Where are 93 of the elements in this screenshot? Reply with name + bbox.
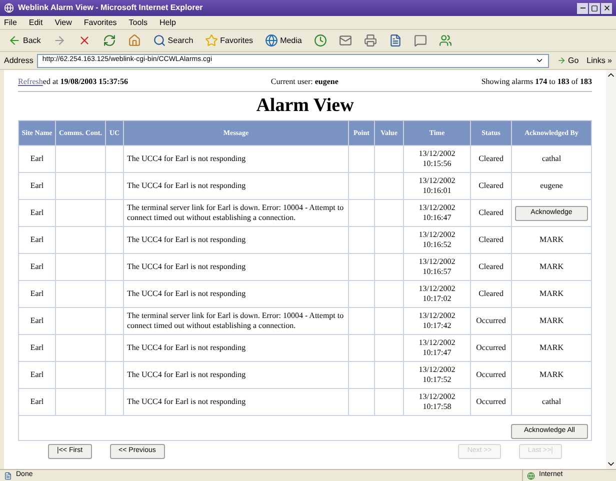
message-cell: The terminal server link for Earl is down. Error: 10004 - Attempt to connect timed out without establishing a connection. bbox=[124, 200, 348, 226]
time-cell: 13/12/2002 10:17:02 bbox=[404, 280, 470, 308]
internet-zone-icon bbox=[527, 472, 535, 480]
status-cell: Occurred bbox=[470, 362, 512, 388]
media-icon bbox=[265, 34, 278, 47]
menu-item[interactable]: Tools bbox=[128, 16, 148, 28]
site-cell: Earl bbox=[18, 226, 56, 254]
refresh-link[interactable]: Refresh bbox=[18, 76, 43, 88]
status-cell: Cleared bbox=[470, 226, 512, 254]
address-label: Address bbox=[4, 54, 34, 66]
status-cell: Occurred bbox=[470, 334, 512, 362]
menu-item[interactable]: File bbox=[4, 16, 17, 28]
media-button[interactable]: Media bbox=[261, 32, 306, 50]
stop-icon bbox=[78, 34, 91, 47]
close-button[interactable] bbox=[601, 2, 612, 14]
message-cell: The terminal server link for Earl is down. Error: 10004 - Attempt to connect timed out without establishing a connection. bbox=[124, 308, 348, 334]
refresh-icon bbox=[102, 34, 116, 47]
edit-icon bbox=[388, 34, 402, 47]
site-cell: Earl bbox=[18, 308, 56, 334]
status-cell: Occurred bbox=[470, 388, 512, 416]
menu-item[interactable]: View bbox=[54, 16, 72, 28]
message-cell: The UCC4 for Earl is not responding bbox=[124, 146, 348, 172]
acknowledged-by-cell: MARK bbox=[512, 308, 592, 334]
acknowledged-by-cell: MARK bbox=[512, 280, 592, 308]
close-icon bbox=[602, 4, 610, 12]
time-cell: 13/12/2002 10:16:52 bbox=[404, 226, 470, 254]
search-button[interactable]: Search bbox=[148, 32, 198, 50]
status-cell: Cleared bbox=[470, 254, 512, 280]
site-cell: Earl bbox=[18, 280, 56, 308]
message-cell: The UCC4 for Earl is not responding bbox=[124, 334, 348, 362]
site-cell: Earl bbox=[18, 146, 56, 172]
time-cell: 13/12/2002 10:17:52 bbox=[404, 362, 470, 388]
acknowledged-by-cell: MARK bbox=[512, 226, 592, 254]
time-cell: 13/12/2002 10:16:57 bbox=[404, 254, 470, 280]
history-icon bbox=[314, 34, 327, 47]
status-cell: Cleared bbox=[470, 172, 512, 200]
page-icon bbox=[4, 472, 12, 480]
message-cell: The UCC4 for Earl is not responding bbox=[124, 254, 348, 280]
favorites-icon bbox=[205, 34, 218, 47]
favorites-button[interactable]: Favorites bbox=[201, 32, 258, 50]
message-cell: The UCC4 for Earl is not responding bbox=[124, 172, 348, 200]
acknowledged-by-cell: MARK bbox=[512, 254, 592, 280]
maximize-button[interactable] bbox=[589, 2, 600, 14]
minimize-button[interactable] bbox=[577, 2, 588, 14]
go-button[interactable]: Go bbox=[552, 54, 583, 66]
discuss-icon bbox=[414, 34, 427, 47]
go-arrow-icon bbox=[556, 56, 566, 65]
alarm-range: Showing alarms 174 to 183 of 183 bbox=[481, 76, 592, 88]
time-cell: 13/12/2002 10:17:58 bbox=[404, 388, 470, 416]
acknowledged-by-cell: cathal bbox=[512, 146, 592, 172]
site-cell: Earl bbox=[18, 334, 56, 362]
print-icon bbox=[364, 34, 377, 47]
acknowledged-by-cell: eugene bbox=[512, 172, 592, 200]
current-user: Current user: eugene bbox=[270, 76, 338, 88]
links-label[interactable]: Links » bbox=[586, 54, 612, 66]
time-cell: 13/12/2002 10:17:42 bbox=[404, 308, 470, 334]
acknowledged-by-cell: cathal bbox=[512, 388, 592, 416]
menu-item[interactable]: Favorites bbox=[84, 16, 117, 28]
scrollbar[interactable] bbox=[606, 70, 616, 469]
menu-item[interactable]: Edit bbox=[28, 16, 43, 28]
site-cell: Earl bbox=[18, 254, 56, 280]
status-cell: Cleared bbox=[470, 200, 512, 226]
menu-item[interactable]: Help bbox=[159, 16, 176, 28]
site-cell: Earl bbox=[18, 200, 56, 226]
time-cell: 13/12/2002 10:16:01 bbox=[404, 172, 470, 200]
home-icon bbox=[128, 34, 141, 47]
back-button[interactable]: Back bbox=[4, 32, 45, 50]
back-icon bbox=[8, 34, 21, 47]
forward-icon bbox=[52, 34, 66, 47]
status-cell: Occurred bbox=[470, 308, 512, 334]
time-cell: 13/12/2002 10:17:47 bbox=[404, 334, 470, 362]
status-cell: Cleared bbox=[470, 146, 512, 172]
acknowledged-by-cell: MARK bbox=[512, 362, 592, 388]
site-cell: Earl bbox=[18, 362, 56, 388]
refresh-time: ed at 19/08/2003 15:37:56 bbox=[42, 76, 128, 88]
status-cell: Cleared bbox=[470, 280, 512, 308]
message-cell: The UCC4 for Earl is not responding bbox=[124, 226, 348, 254]
maximize-icon bbox=[591, 4, 598, 12]
messenger-icon bbox=[438, 34, 452, 47]
search-icon bbox=[152, 34, 166, 47]
time-cell: 13/12/2002 10:16:47 bbox=[404, 200, 470, 226]
message-cell: The UCC4 for Earl is not responding bbox=[124, 388, 348, 416]
mail-icon bbox=[338, 34, 352, 47]
site-cell: Earl bbox=[18, 172, 56, 200]
page-title: Alarm View bbox=[255, 94, 355, 118]
browser-icon bbox=[4, 3, 14, 13]
site-cell: Earl bbox=[18, 388, 56, 416]
message-cell: The UCC4 for Earl is not responding bbox=[124, 362, 348, 388]
acknowledged-by-cell: MARK bbox=[512, 334, 592, 362]
message-cell: The UCC4 for Earl is not responding bbox=[124, 280, 348, 308]
time-cell: 13/12/2002 10:15:56 bbox=[404, 146, 470, 172]
dropdown-icon bbox=[534, 56, 544, 65]
window-title: Weblink Alarm View - Microsoft Internet Explorer bbox=[18, 2, 203, 14]
